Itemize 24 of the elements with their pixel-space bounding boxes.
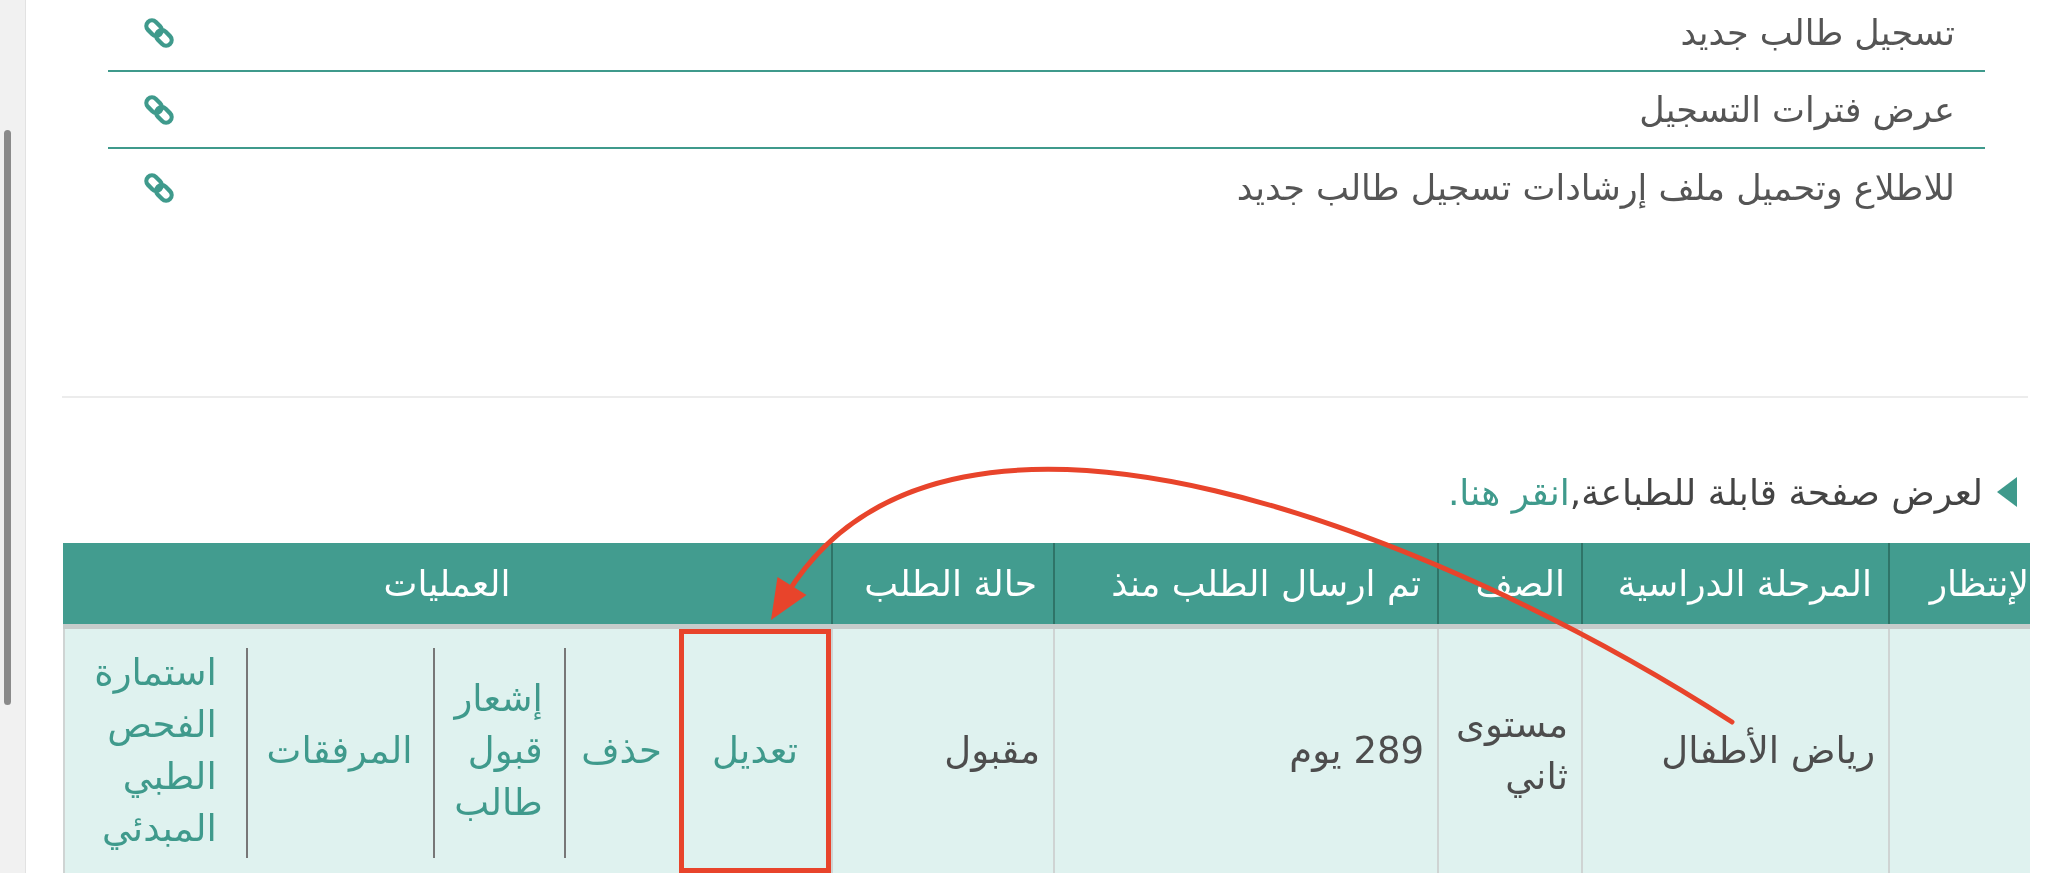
- operation-link[interactable]: المرفقات: [266, 725, 413, 777]
- operation-link[interactable]: استمارة الفحص الطبي المبدئي: [94, 647, 217, 855]
- print-link[interactable]: انقر هنا.: [1447, 471, 1570, 513]
- table-cell: رياض الأطفال: [1581, 629, 1888, 873]
- operation-link[interactable]: إشعار قبول طالب: [454, 673, 543, 829]
- column-header: الصف: [1437, 543, 1581, 624]
- chain-link-icon[interactable]: [141, 15, 177, 51]
- table-cell: مقبول: [831, 629, 1053, 873]
- triangle-bullet-icon: [1997, 477, 2017, 507]
- scrollbar-thumb[interactable]: [4, 130, 11, 705]
- menu-link[interactable]: للاطلاع وتحميل ملف إرشادات تسجيل طالب جديد: [1236, 167, 1955, 208]
- scrollbar-track[interactable]: [0, 0, 26, 873]
- column-header: العمليات: [382, 562, 512, 606]
- table-cell: 289 يوم: [1053, 629, 1437, 873]
- table-cell: مستوى ثاني: [1437, 629, 1581, 873]
- menu-link[interactable]: تسجيل طالب جديد: [1680, 13, 1955, 53]
- column-header: لإنتظار: [1888, 543, 2030, 624]
- column-header: حالة الطلب: [831, 543, 1053, 624]
- column-header: تم ارسال الطلب منذ: [1053, 543, 1437, 624]
- column-header: المرحلة الدراسية: [1581, 543, 1888, 624]
- menu-link[interactable]: عرض فترات التسجيل: [1639, 89, 1955, 130]
- operation-link[interactable]: حذف: [581, 725, 662, 777]
- operation-link[interactable]: تعديل: [712, 725, 798, 777]
- print-notice: لعرض صفحة قابلة للطباعة,انقر هنا.: [1447, 471, 1983, 513]
